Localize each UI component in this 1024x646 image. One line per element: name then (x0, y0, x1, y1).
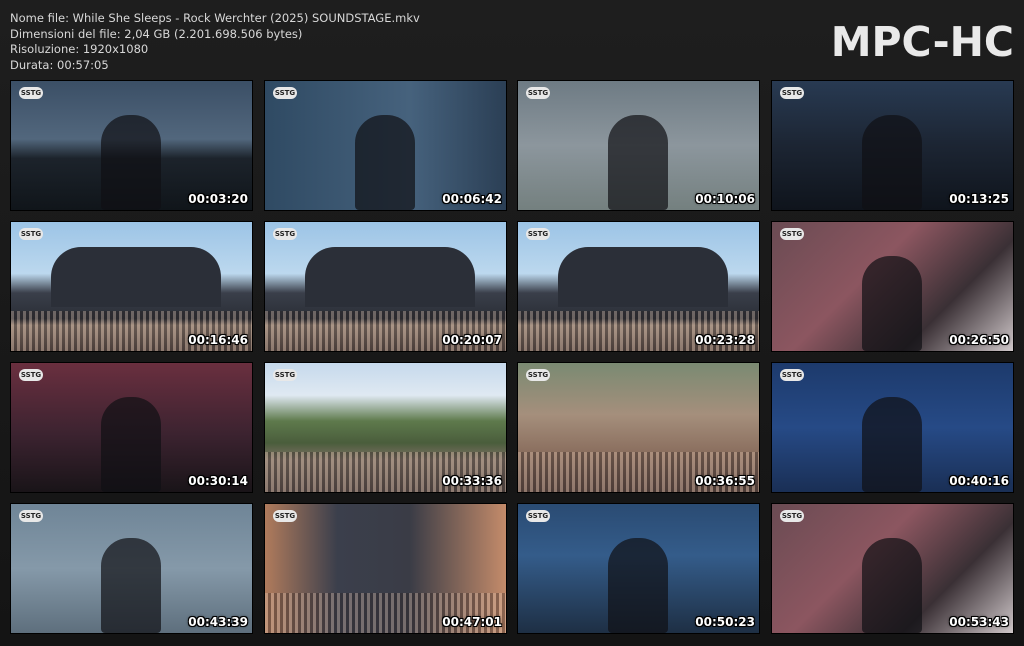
performer-silhouette (862, 538, 922, 633)
timestamp: 00:43:39 (188, 615, 248, 629)
channel-logo: SSTG (19, 369, 43, 381)
channel-logo: SSTG (19, 510, 43, 522)
thumbnail-15: SSTG 00:50:23 (517, 503, 760, 634)
channel-logo: SSTG (19, 87, 43, 99)
channel-logo: SSTG (273, 87, 297, 99)
timestamp: 00:06:42 (442, 192, 502, 206)
timestamp: 00:13:25 (949, 192, 1009, 206)
performer-silhouette (355, 115, 415, 210)
channel-logo: SSTG (19, 228, 43, 240)
performer-silhouette (101, 115, 161, 210)
timestamp: 00:03:20 (188, 192, 248, 206)
channel-logo: SSTG (273, 228, 297, 240)
timestamp: 00:53:43 (949, 615, 1009, 629)
file-info: Nome file: While She Sleeps - Rock Werch… (10, 11, 420, 73)
thumbnail-3: SSTG 00:10:06 (517, 80, 760, 211)
channel-logo: SSTG (273, 510, 297, 522)
timestamp: 00:36:55 (695, 474, 755, 488)
channel-logo: SSTG (780, 228, 804, 240)
channel-logo: SSTG (526, 87, 550, 99)
stage-structure (305, 247, 475, 307)
timestamp: 00:10:06 (695, 192, 755, 206)
file-resolution: Risoluzione: 1920x1080 (10, 42, 149, 56)
file-duration: Durata: 00:57:05 (10, 57, 109, 72)
mpc-hc-logo: MPC-HC (830, 18, 1014, 66)
performer-silhouette (608, 538, 668, 633)
thumbnail-grid: SSTG 00:03:20 SSTG 00:06:42 SSTG 00:10:06 SSTG… (10, 80, 1014, 634)
timestamp: 00:33:36 (442, 474, 502, 488)
thumbnail-16: SSTG 00:53:43 (771, 503, 1014, 634)
channel-logo: SSTG (780, 87, 804, 99)
performer-silhouette (101, 538, 161, 633)
thumbnail-12: SSTG 00:40:16 (771, 362, 1014, 493)
timestamp: 00:30:14 (188, 474, 248, 488)
channel-logo: SSTG (526, 369, 550, 381)
file-size: Dimensioni del file: 2,04 GB (2.201.698.… (10, 26, 303, 41)
timestamp: 00:26:50 (949, 333, 1009, 347)
timestamp: 00:16:46 (188, 333, 248, 347)
performer-silhouette (608, 115, 668, 210)
timestamp: 00:50:23 (695, 615, 755, 629)
channel-logo: SSTG (526, 228, 550, 240)
thumbnail-1: SSTG 00:03:20 (10, 80, 253, 211)
channel-logo: SSTG (526, 510, 550, 522)
timestamp: 00:47:01 (442, 615, 502, 629)
channel-logo: SSTG (780, 510, 804, 522)
timestamp: 00:40:16 (949, 474, 1009, 488)
thumbnail-5: SSTG 00:16:46 (10, 221, 253, 352)
thumbnail-9: SSTG 00:30:14 (10, 362, 253, 493)
stage-structure (51, 247, 221, 307)
thumbnail-4: SSTG 00:13:25 (771, 80, 1014, 211)
performer-silhouette (101, 397, 161, 492)
thumbnail-7: SSTG 00:23:28 (517, 221, 760, 352)
stage-structure (558, 247, 728, 307)
thumbnail-6: SSTG 00:20:07 (264, 221, 507, 352)
channel-logo: SSTG (273, 369, 297, 381)
thumbnail-2: SSTG 00:06:42 (264, 80, 507, 211)
timestamp: 00:23:28 (695, 333, 755, 347)
thumbnail-14: SSTG 00:47:01 (264, 503, 507, 634)
thumbnail-11: SSTG 00:36:55 (517, 362, 760, 493)
thumbnail-8: SSTG 00:26:50 (771, 221, 1014, 352)
channel-logo: SSTG (780, 369, 804, 381)
thumbnail-10: SSTG 00:33:36 (264, 362, 507, 493)
performer-silhouette (862, 115, 922, 210)
thumbnail-13: SSTG 00:43:39 (10, 503, 253, 634)
timestamp: 00:20:07 (442, 333, 502, 347)
performer-silhouette (862, 256, 922, 351)
performer-silhouette (862, 397, 922, 492)
file-name: Nome file: While She Sleeps - Rock Werch… (10, 11, 420, 25)
